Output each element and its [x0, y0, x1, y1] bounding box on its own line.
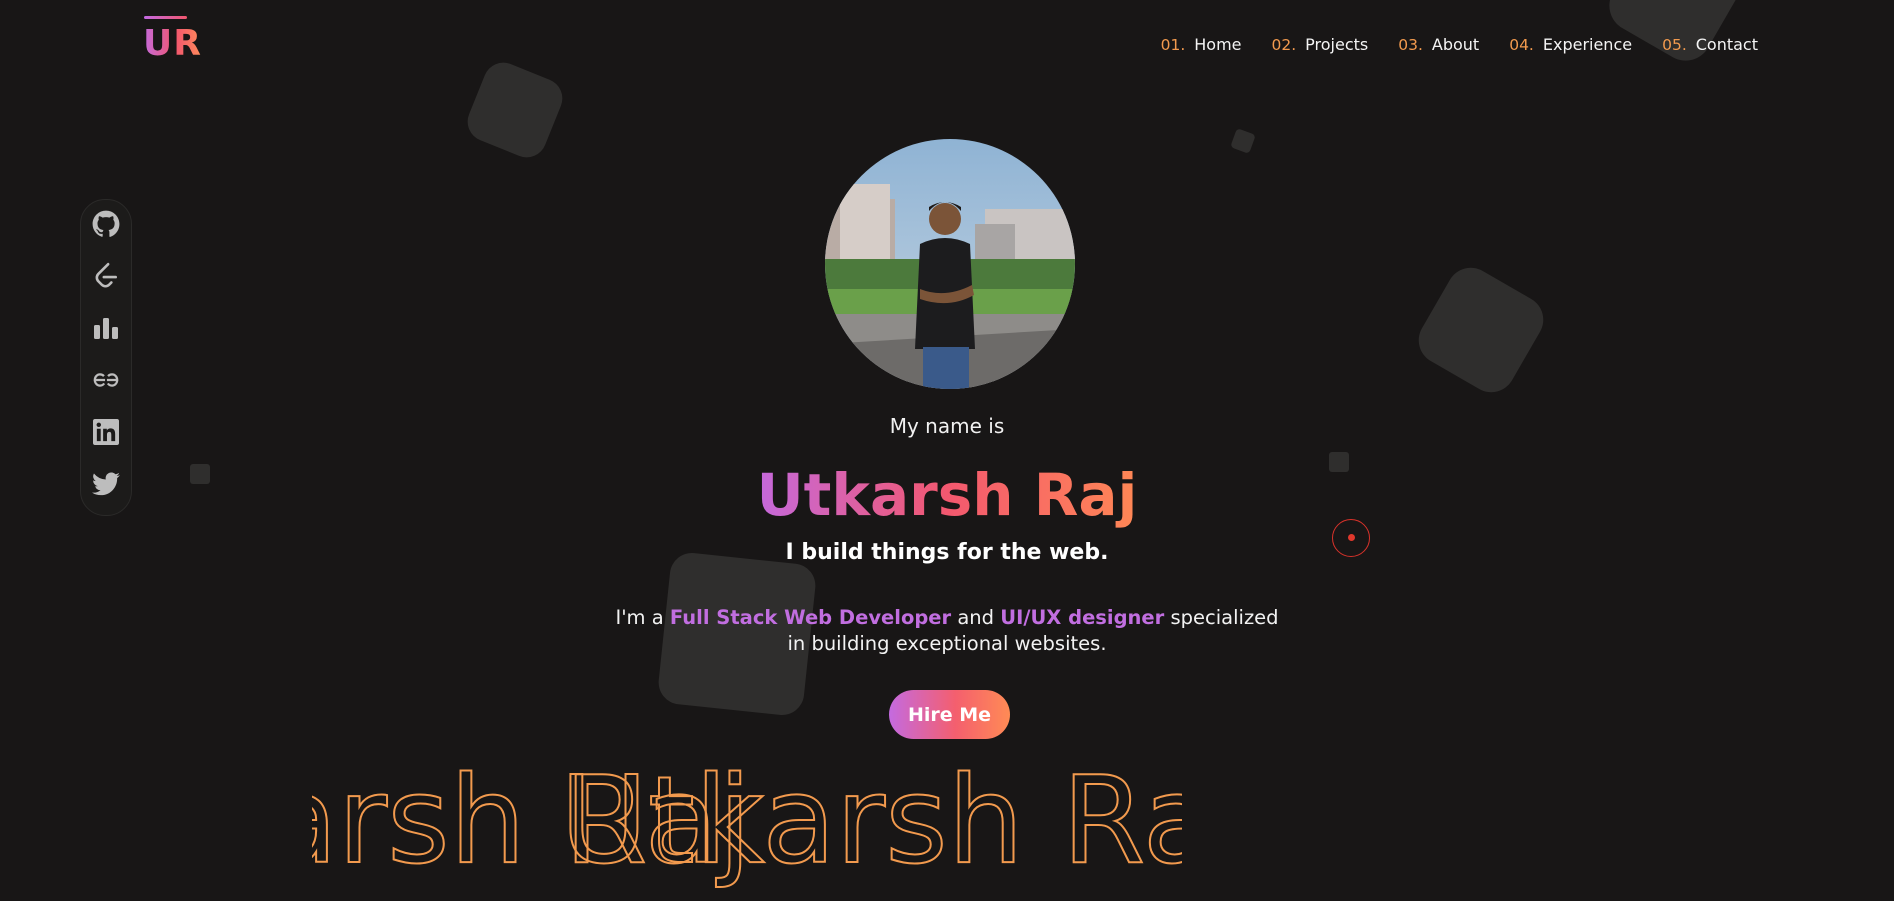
decorative-shape	[1230, 128, 1256, 154]
nav-item-contact[interactable]: 05. Contact	[1662, 35, 1758, 54]
desc-text: I'm a	[615, 606, 670, 629]
nav-item-about[interactable]: 03. About	[1398, 35, 1479, 54]
name-marquee: Utkarsh Raj Utkarsh Raj	[312, 752, 1182, 901]
hire-me-button[interactable]: Hire Me	[889, 690, 1010, 739]
nav-number: 01.	[1160, 36, 1186, 54]
nav-item-experience[interactable]: 04. Experience	[1509, 35, 1632, 54]
decorative-shape	[1409, 258, 1553, 402]
nav-number: 02.	[1271, 36, 1297, 54]
hero-name: Utkarsh Raj	[0, 461, 1894, 529]
tagline: I build things for the web.	[785, 540, 1109, 565]
site-logo[interactable]: UR	[143, 16, 202, 64]
hero-name-text: Utkarsh Raj	[756, 461, 1138, 529]
nav-number: 03.	[1398, 36, 1423, 54]
desc-text: in building exceptional websites.	[787, 632, 1107, 655]
leetcode-icon[interactable]	[92, 262, 120, 290]
nav-label: Projects	[1305, 35, 1369, 54]
desc-text: specialized	[1164, 606, 1279, 629]
desc-text: and	[951, 606, 1001, 629]
intro-text: My name is	[889, 414, 1005, 438]
nav-label: Experience	[1542, 35, 1633, 54]
main-nav: 01. Home 02. Projects 03. About 04. Expe…	[1131, 35, 1758, 54]
nav-label: Contact	[1695, 35, 1758, 54]
geeksforgeeks-icon[interactable]	[92, 366, 120, 394]
github-icon[interactable]	[92, 210, 120, 238]
logo-bar	[144, 16, 187, 19]
profile-photo	[825, 139, 1075, 389]
logo-text: UR	[143, 23, 202, 64]
stats-icon[interactable]	[92, 314, 120, 342]
role-highlight: Full Stack Web Developer	[669, 606, 952, 629]
marquee-text: Utkarsh Raj	[560, 752, 1182, 891]
nav-label: About	[1431, 35, 1480, 54]
nav-item-home[interactable]: 01. Home	[1161, 35, 1242, 54]
description: I'm a Full Stack Web Developer and UI/UX…	[0, 605, 1894, 657]
role-highlight: UI/UX designer	[1000, 606, 1165, 629]
nav-number: 04.	[1509, 36, 1534, 54]
nav-label: Home	[1194, 35, 1242, 54]
decorative-shape	[461, 56, 569, 164]
cursor-dot	[1348, 534, 1355, 541]
nav-item-projects[interactable]: 02. Projects	[1272, 35, 1369, 54]
nav-number: 05.	[1662, 36, 1687, 54]
